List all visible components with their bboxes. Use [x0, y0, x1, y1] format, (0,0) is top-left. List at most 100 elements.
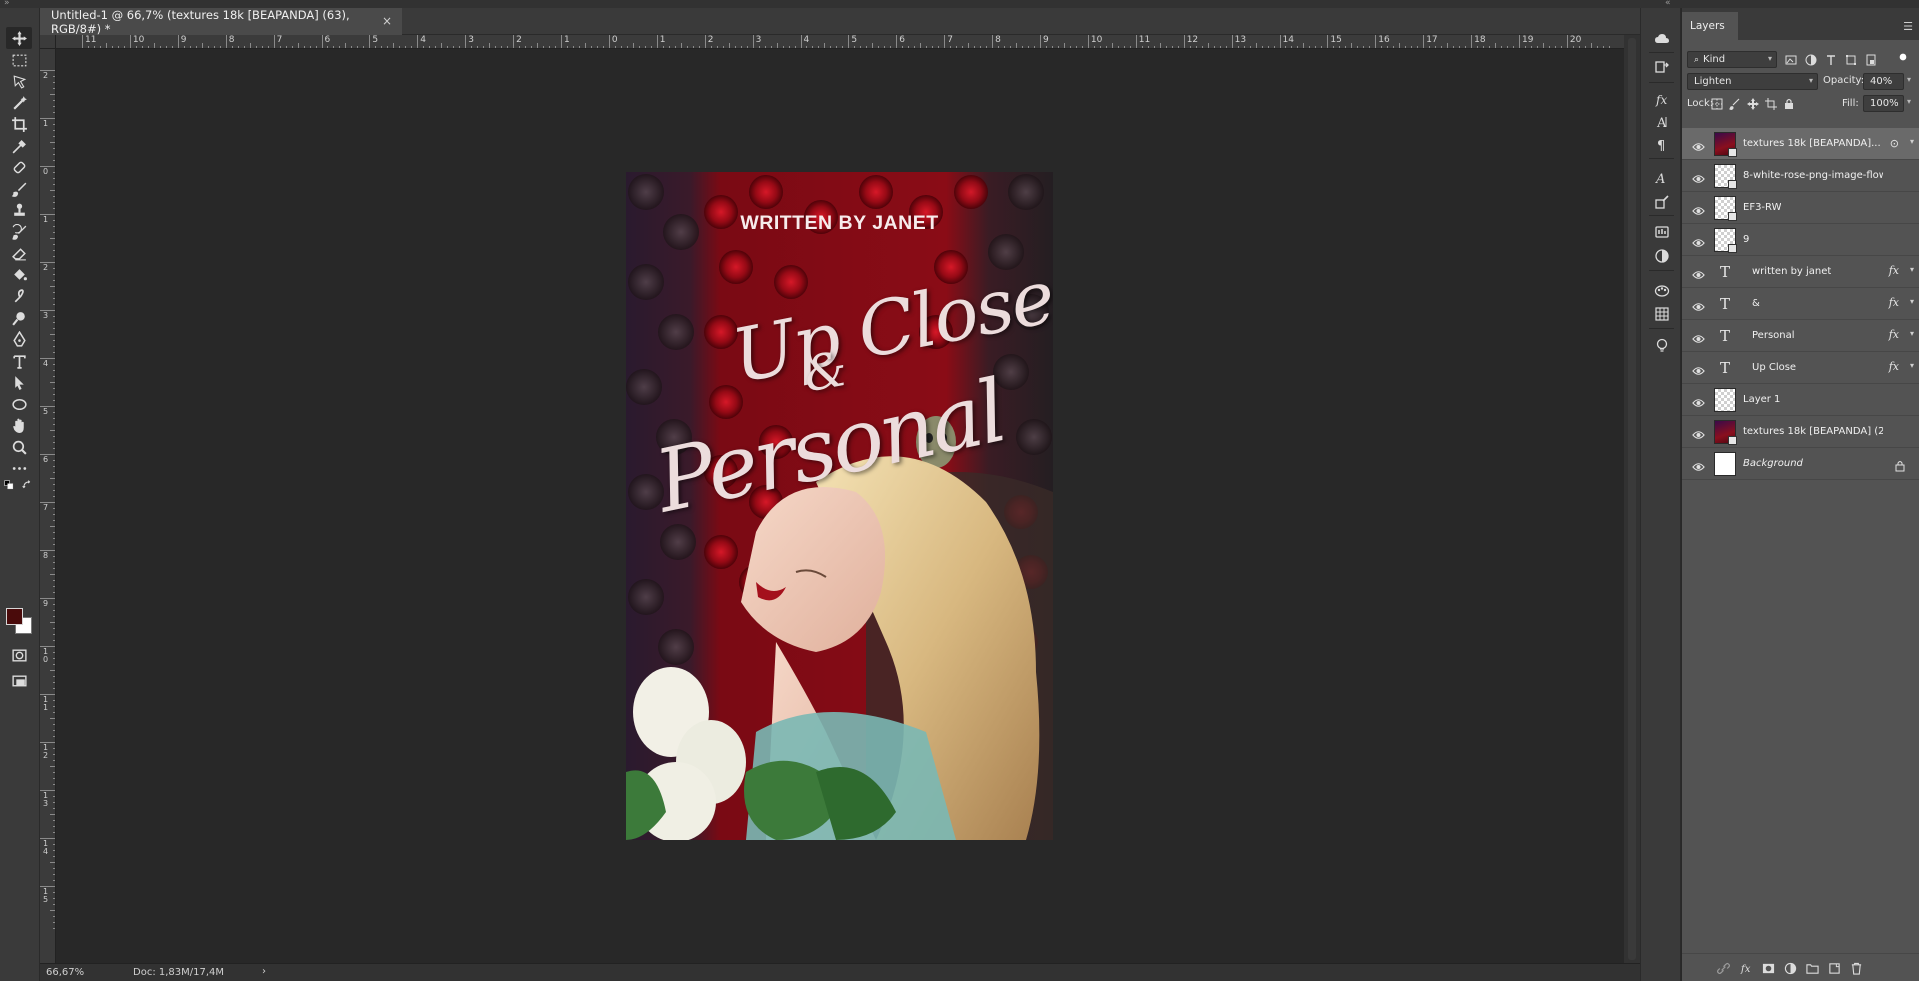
properties-panel-icon[interactable]: [1652, 246, 1672, 266]
layer-row[interactable]: Twritten by janet fx ▾: [1682, 256, 1919, 288]
visibility-eye-icon[interactable]: [1692, 426, 1705, 439]
expand-chevron-icon[interactable]: ▾: [1910, 137, 1914, 146]
blend-mode-select[interactable]: Lighten ▾: [1687, 73, 1818, 90]
layer-row[interactable]: Background: [1682, 448, 1919, 480]
creative-cloud-libraries-icon[interactable]: [1652, 29, 1672, 49]
default-colors-icon[interactable]: [2, 479, 16, 491]
more-tools-icon[interactable]: [6, 457, 32, 479]
hand-tool-icon[interactable]: [6, 414, 32, 436]
layer-name[interactable]: EF3-RW: [1743, 202, 1781, 213]
add-layer-style-icon[interactable]: fx: [1739, 961, 1753, 975]
layer-row[interactable]: textures 18k [BEAPANDA]... ⊙ ▾: [1682, 128, 1919, 160]
swatches-panel-icon[interactable]: [1652, 304, 1672, 324]
adjustments-panel-icon[interactable]: [1652, 222, 1672, 242]
fill-field[interactable]: 100%: [1863, 95, 1904, 112]
paragraph-panel-icon[interactable]: ¶: [1652, 135, 1672, 155]
type-tool-icon[interactable]: [6, 350, 32, 372]
styles-panel-icon[interactable]: fx: [1652, 89, 1672, 109]
layer-row[interactable]: textures 18k [BEAPANDA] (2...: [1682, 416, 1919, 448]
layer-name[interactable]: Background: [1743, 458, 1803, 469]
filter-smart-object-icon[interactable]: [1864, 53, 1878, 67]
expand-effects-chevron-icon[interactable]: ▾: [1910, 265, 1914, 274]
visibility-eye-icon[interactable]: [1692, 458, 1705, 471]
collapse-left-icon[interactable]: »: [4, 0, 10, 8]
brush-settings-icon[interactable]: [1652, 192, 1672, 212]
lock-image-pixels-icon[interactable]: [1728, 97, 1742, 111]
lock-position-icon[interactable]: [1746, 97, 1760, 111]
layer-name[interactable]: Layer 1: [1743, 394, 1780, 405]
visibility-eye-icon[interactable]: [1692, 298, 1705, 311]
crop-tool-icon[interactable]: [6, 113, 32, 135]
layer-row[interactable]: T Personal fx ▾: [1682, 320, 1919, 352]
canvas-vertical-scrollbar[interactable]: [1624, 35, 1640, 963]
layer-name[interactable]: textures 18k [BEAPANDA] (2...: [1743, 426, 1883, 437]
new-layer-icon[interactable]: [1827, 961, 1841, 975]
fill-chevron-icon[interactable]: ▾: [1907, 97, 1911, 106]
paint-bucket-tool-icon[interactable]: [6, 264, 32, 286]
visibility-eye-icon[interactable]: [1692, 394, 1705, 407]
layer-row[interactable]: 9: [1682, 224, 1919, 256]
layer-row[interactable]: Layer 1: [1682, 384, 1919, 416]
ellipse-tool-icon[interactable]: [6, 393, 32, 415]
zoom-level[interactable]: 66,67%: [46, 967, 84, 978]
filter-kind-select[interactable]: ⌕ Kind ▾: [1687, 51, 1777, 68]
pen-tool-icon[interactable]: [6, 328, 32, 350]
status-menu-arrow-icon[interactable]: ›: [262, 966, 266, 977]
book-cover-artwork[interactable]: WRITTEN BY JANET Up Close & Personal: [626, 172, 1053, 840]
layer-name[interactable]: 9: [1743, 234, 1749, 245]
layer-name[interactable]: 8-white-rose-png-image-flow...: [1743, 170, 1883, 181]
expand-effects-chevron-icon[interactable]: ▾: [1910, 329, 1914, 338]
vertical-ruler[interactable]: 2 1 0 1 2 3 4 5 6 7 8 9 10 11 12 13 14 15: [40, 49, 56, 963]
eraser-tool-icon[interactable]: [6, 242, 32, 264]
visibility-eye-icon[interactable]: [1692, 330, 1705, 343]
expand-effects-chevron-icon[interactable]: ▾: [1910, 361, 1914, 370]
layer-name[interactable]: textures 18k [BEAPANDA]...: [1743, 138, 1881, 149]
expand-effects-chevron-icon[interactable]: ▾: [1910, 297, 1914, 306]
layer-name[interactable]: Personal: [1752, 330, 1795, 341]
layer-name[interactable]: Up Close: [1752, 362, 1796, 373]
smudge-tool-icon[interactable]: [6, 285, 32, 307]
layer-effects-icon[interactable]: fx: [1889, 264, 1899, 277]
new-group-icon[interactable]: [1805, 961, 1819, 975]
layer-effects-icon[interactable]: fx: [1889, 360, 1899, 373]
screen-mode-icon[interactable]: [6, 670, 32, 692]
visibility-eye-icon[interactable]: [1692, 266, 1705, 279]
link-layers-icon[interactable]: [1716, 961, 1730, 975]
brush-tool-icon[interactable]: [6, 178, 32, 200]
visibility-eye-icon[interactable]: [1692, 362, 1705, 375]
zoom-tool-icon[interactable]: [6, 436, 32, 458]
color-panel-icon[interactable]: [1652, 280, 1672, 300]
character-panel-icon[interactable]: A: [1652, 112, 1672, 132]
foreground-color-swatch[interactable]: [6, 608, 23, 625]
visibility-eye-icon[interactable]: [1692, 234, 1705, 247]
close-tab-icon[interactable]: ×: [382, 14, 392, 28]
learn-panel-icon[interactable]: [1652, 336, 1672, 356]
layer-row[interactable]: T Up Close fx ▾: [1682, 352, 1919, 384]
new-adjustment-layer-icon[interactable]: [1783, 961, 1797, 975]
lasso-tool-icon[interactable]: [6, 70, 32, 92]
layer-row[interactable]: EF3-RW: [1682, 192, 1919, 224]
path-selection-tool-icon[interactable]: [6, 371, 32, 393]
healing-brush-tool-icon[interactable]: [6, 156, 32, 178]
swap-colors-icon[interactable]: [20, 479, 34, 491]
filter-shape-icon[interactable]: [1844, 53, 1858, 67]
filter-toggle-icon[interactable]: [1898, 50, 1908, 64]
glyphs-panel-icon[interactable]: A: [1652, 168, 1672, 188]
visibility-eye-icon[interactable]: [1692, 138, 1705, 151]
lock-transparent-pixels-icon[interactable]: [1710, 97, 1724, 111]
filter-adjustment-icon[interactable]: [1804, 53, 1818, 67]
marquee-tool-icon[interactable]: [6, 49, 32, 71]
layer-effects-icon[interactable]: fx: [1889, 296, 1899, 309]
eyedropper-tool-icon[interactable]: [6, 135, 32, 157]
dodge-tool-icon[interactable]: [6, 307, 32, 329]
layer-lock-icon[interactable]: [1895, 457, 1905, 472]
visibility-eye-icon[interactable]: [1692, 202, 1705, 215]
history-brush-tool-icon[interactable]: [6, 221, 32, 243]
layer-effects-icon[interactable]: fx: [1889, 328, 1899, 341]
document-tab[interactable]: Untitled-1 @ 66,7% (textures 18k [BEAPAN…: [40, 8, 402, 36]
add-layer-mask-icon[interactable]: [1761, 961, 1775, 975]
lock-artboard-icon[interactable]: [1764, 97, 1778, 111]
layers-tab[interactable]: Layers: [1682, 12, 1738, 40]
opacity-chevron-icon[interactable]: ▾: [1907, 75, 1911, 84]
filter-type-icon[interactable]: [1824, 53, 1838, 67]
